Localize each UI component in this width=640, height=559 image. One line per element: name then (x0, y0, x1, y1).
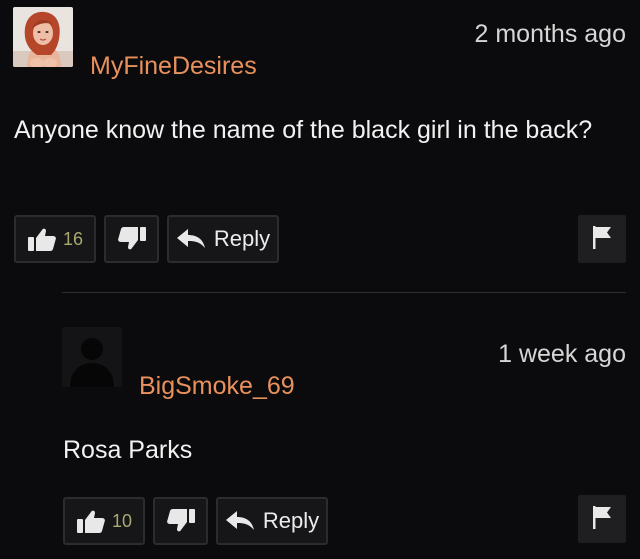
like-button[interactable]: 10 (63, 497, 145, 545)
reply-label: Reply (262, 508, 320, 533)
like-count: 10 (111, 510, 133, 531)
reply-button[interactable]: Reply (167, 215, 279, 263)
user-photo-avatar-icon (13, 7, 73, 67)
thumbs-down-icon (117, 226, 147, 252)
reply-button[interactable]: Reply (216, 497, 328, 545)
comment-text: Anyone know the name of the black girl i… (14, 116, 593, 144)
flag-icon (591, 224, 613, 255)
dislike-button[interactable] (153, 497, 208, 545)
default-silhouette-avatar-icon (62, 327, 122, 387)
like-count: 16 (62, 228, 84, 249)
flag-icon (591, 504, 613, 535)
reply-label: Reply (213, 226, 271, 251)
flag-button[interactable] (578, 215, 626, 263)
like-button[interactable]: 16 (14, 215, 96, 263)
comment-divider (62, 292, 626, 293)
username-link[interactable]: BigSmoke_69 (139, 372, 295, 401)
comment-timestamp: 2 months ago (474, 20, 627, 48)
avatar[interactable] (62, 327, 122, 387)
thumbs-up-icon (76, 508, 106, 534)
reply-arrow-icon (225, 510, 255, 532)
dislike-button[interactable] (104, 215, 159, 263)
avatar[interactable] (13, 7, 73, 67)
comment-timestamp: 1 week ago (498, 340, 626, 368)
comments-section: MyFineDesires 2 months ago Anyone know t… (0, 0, 640, 559)
username-link[interactable]: MyFineDesires (90, 52, 257, 81)
flag-button[interactable] (578, 495, 626, 543)
thumbs-up-icon (27, 226, 57, 252)
reply-arrow-icon (176, 228, 206, 250)
comment-text: Rosa Parks (63, 436, 193, 464)
thumbs-down-icon (166, 508, 196, 534)
